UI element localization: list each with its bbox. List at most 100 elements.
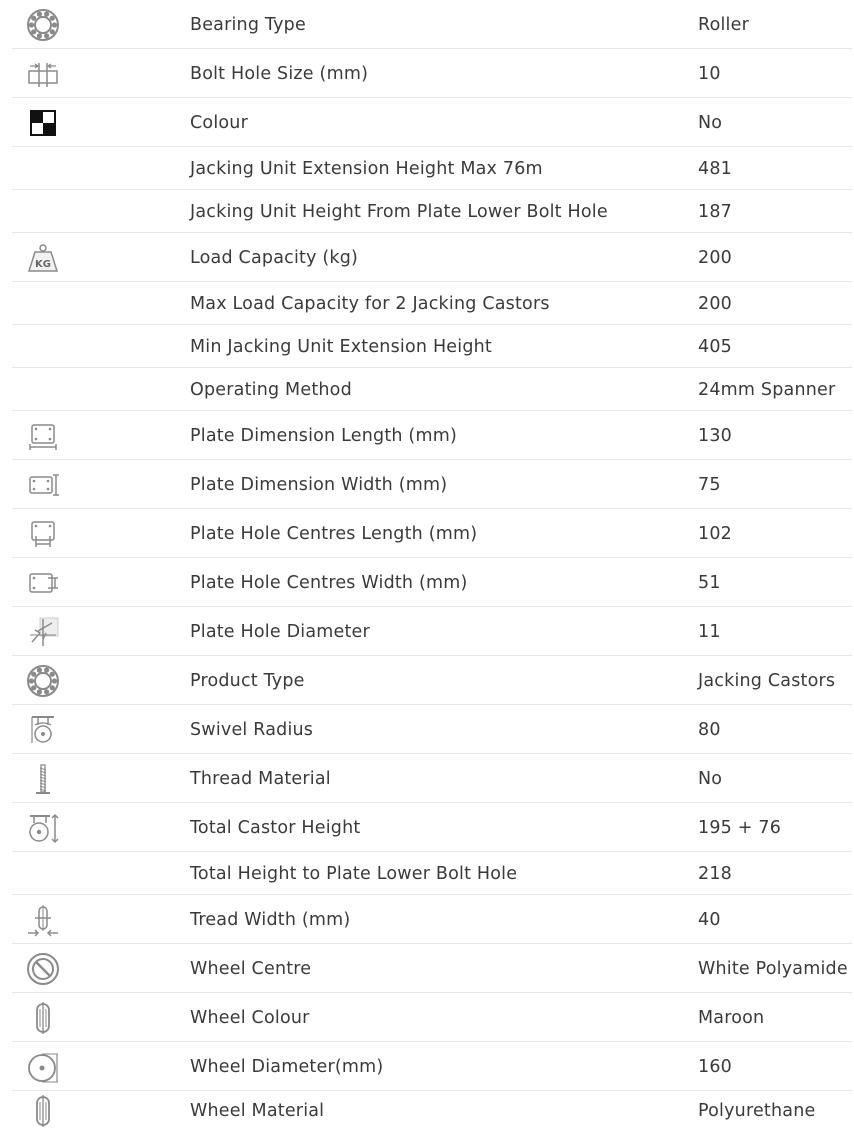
thread-icon <box>25 761 61 797</box>
spec-value: Jacking Castors <box>698 670 836 691</box>
spec-label: Max Load Capacity for 2 Jacking Castors <box>190 293 550 314</box>
spec-row: Operating Method 24mm Spanner <box>0 368 854 411</box>
spec-row: Total Castor Height 195 + 76 <box>0 803 854 852</box>
spec-value: 80 <box>698 719 721 740</box>
spec-icon-cell <box>0 993 190 1042</box>
castor-height-icon <box>25 810 61 846</box>
spec-icon-cell <box>0 282 190 325</box>
spec-value: 200 <box>698 293 733 314</box>
spec-row: Plate Hole Centres Length (mm) 102 <box>0 509 854 558</box>
spec-label: Colour <box>190 112 248 133</box>
spec-icon-cell <box>0 98 190 147</box>
spec-value: 51 <box>698 572 721 593</box>
spec-label: Wheel Centre <box>190 958 312 979</box>
spec-row: Colour No <box>0 98 854 147</box>
spec-label: Plate Dimension Length (mm) <box>190 425 457 446</box>
spec-label: Total Height to Plate Lower Bolt Hole <box>190 863 518 884</box>
spec-value: 187 <box>698 201 733 222</box>
spec-value: 130 <box>698 425 733 446</box>
spec-label: Plate Hole Diameter <box>190 621 370 642</box>
spec-label: Wheel Colour <box>190 1007 310 1028</box>
spec-row: Plate Hole Centres Width (mm) 51 <box>0 558 854 607</box>
hole-diameter-icon <box>25 614 61 650</box>
spec-label: Tread Width (mm) <box>190 909 351 930</box>
spec-row: Min Jacking Unit Extension Height 405 <box>0 325 854 368</box>
spec-row: Wheel Material Polyurethane <box>0 1091 854 1131</box>
spec-icon-cell <box>0 460 190 509</box>
spec-row: Plate Hole Diameter 11 <box>0 607 854 656</box>
spec-icon-cell <box>0 0 190 49</box>
spec-value: 218 <box>698 863 733 884</box>
spec-icon-cell <box>0 895 190 944</box>
spec-table: Bearing Type Roller Bolt Hole Size (mm) 10 C… <box>0 0 854 1131</box>
spec-value: No <box>698 112 723 133</box>
spec-value: 195 + 76 <box>698 817 782 838</box>
kg-weight-icon: KG <box>25 240 61 276</box>
spec-row: KG Load Capacity (kg) 200 <box>0 233 854 282</box>
spec-row: Total Height to Plate Lower Bolt Hole 218 <box>0 852 854 895</box>
spec-icon-cell <box>0 411 190 460</box>
spec-label: Jacking Unit Extension Height Max 76m <box>190 158 543 179</box>
spec-row: Product Type Jacking Castors <box>0 656 854 705</box>
swivel-radius-icon <box>25 712 61 748</box>
spec-icon-cell <box>0 147 190 190</box>
wheel-centre-icon <box>25 951 61 987</box>
bearing-icon <box>25 7 61 43</box>
spec-icon-cell <box>0 509 190 558</box>
plate-hole-width-icon <box>25 565 61 601</box>
spec-icon-cell <box>0 754 190 803</box>
svg-text:KG: KG <box>35 259 51 270</box>
spec-icon-cell <box>0 190 190 233</box>
spec-icon-cell <box>0 852 190 895</box>
spec-icon-cell: KG <box>0 233 190 282</box>
spec-row: Jacking Unit Height From Plate Lower Bol… <box>0 190 854 233</box>
spec-label: Min Jacking Unit Extension Height <box>190 336 492 357</box>
plate-length-icon <box>25 418 61 454</box>
spec-label: Wheel Diameter(mm) <box>190 1056 384 1077</box>
spec-icon-cell <box>0 1091 190 1131</box>
spec-row: Thread Material No <box>0 754 854 803</box>
spec-icon-cell <box>0 607 190 656</box>
spec-label: Thread Material <box>190 768 331 789</box>
spec-icon-cell <box>0 803 190 852</box>
spec-label: Operating Method <box>190 379 352 400</box>
plate-width-icon <box>25 467 61 503</box>
colour-swatch-icon <box>25 105 61 141</box>
spec-label: Swivel Radius <box>190 719 314 740</box>
spec-row: Plate Dimension Width (mm) 75 <box>0 460 854 509</box>
wheel-side-icon <box>25 1000 61 1036</box>
wheel-diameter-icon <box>25 1049 61 1085</box>
spec-row: Tread Width (mm) 40 <box>0 895 854 944</box>
tread-width-icon <box>25 902 61 938</box>
spec-value: 200 <box>698 247 733 268</box>
spec-icon-cell <box>0 705 190 754</box>
spec-value: 40 <box>698 909 721 930</box>
spec-row: Plate Dimension Length (mm) 130 <box>0 411 854 460</box>
spec-row: Swivel Radius 80 <box>0 705 854 754</box>
spec-icon-cell <box>0 49 190 98</box>
plate-hole-length-icon <box>25 516 61 552</box>
spec-row: Jacking Unit Extension Height Max 76m 481 <box>0 147 854 190</box>
spec-icon-cell <box>0 558 190 607</box>
spec-icon-cell <box>0 1042 190 1091</box>
spec-label: Wheel Material <box>190 1101 325 1121</box>
spec-icon-cell <box>0 368 190 411</box>
spec-icon-cell <box>0 944 190 993</box>
spec-value: Polyurethane <box>698 1101 816 1121</box>
spec-value: Maroon <box>698 1007 765 1028</box>
spec-icon-cell <box>0 325 190 368</box>
spec-label: Plate Hole Centres Length (mm) <box>190 523 478 544</box>
spec-row: Wheel Centre White Polyamide <box>0 944 854 993</box>
spec-row: Wheel Colour Maroon <box>0 993 854 1042</box>
spec-label: Plate Dimension Width (mm) <box>190 474 448 495</box>
spec-value: No <box>698 768 723 789</box>
spec-value: 10 <box>698 63 721 84</box>
spec-label: Plate Hole Centres Width (mm) <box>190 572 468 593</box>
spec-row: Bearing Type Roller <box>0 0 854 49</box>
spec-value: White Polyamide <box>698 958 848 979</box>
spec-value: 11 <box>698 621 721 642</box>
spec-value: 102 <box>698 523 733 544</box>
spec-row: Max Load Capacity for 2 Jacking Castors 2… <box>0 282 854 325</box>
spec-value: 481 <box>698 158 733 179</box>
spec-row: Wheel Diameter(mm) 160 <box>0 1042 854 1091</box>
